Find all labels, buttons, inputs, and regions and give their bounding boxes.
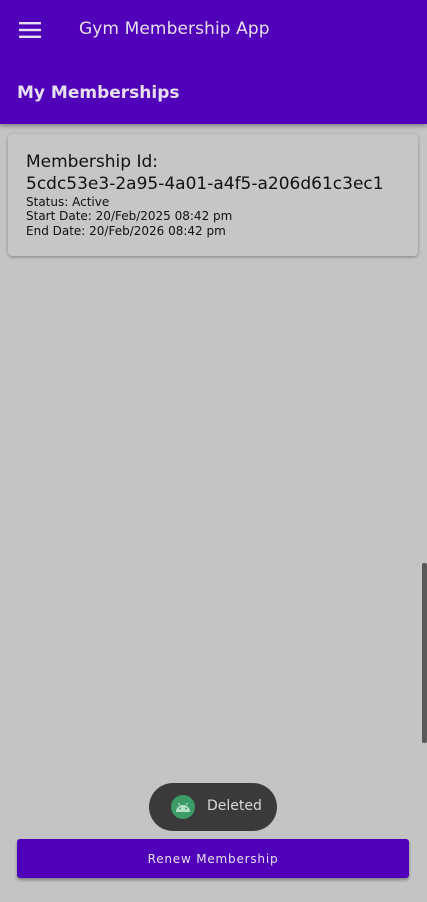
- membership-id-value: 5cdc53e3-2a95-4a01-a4f5-a206d61c3ec1: [26, 174, 384, 194]
- menu-button[interactable]: [0, 0, 60, 60]
- hamburger-menu-icon: [19, 22, 41, 38]
- membership-end-date: End Date: 20/Feb/2026 08:42 pm: [26, 224, 226, 238]
- membership-start-date: Start Date: 20/Feb/2025 08:42 pm: [26, 209, 233, 223]
- scrollbar-thumb[interactable]: [422, 563, 427, 743]
- page-title: My Memberships: [17, 83, 180, 103]
- toast-message: Deleted: [149, 783, 277, 831]
- android-icon: [171, 795, 195, 819]
- membership-status: Status: Active: [26, 195, 110, 209]
- renew-membership-button[interactable]: Renew Membership: [17, 839, 409, 878]
- app-bar: Gym Membership App: [0, 0, 427, 60]
- app-title: Gym Membership App: [79, 19, 270, 39]
- toast-text: Deleted: [207, 798, 262, 814]
- membership-id-label: Membership Id:: [26, 152, 159, 172]
- sub-header: My Memberships: [0, 60, 427, 124]
- membership-card[interactable]: Membership Id: 5cdc53e3-2a95-4a01-a4f5-a…: [8, 134, 418, 256]
